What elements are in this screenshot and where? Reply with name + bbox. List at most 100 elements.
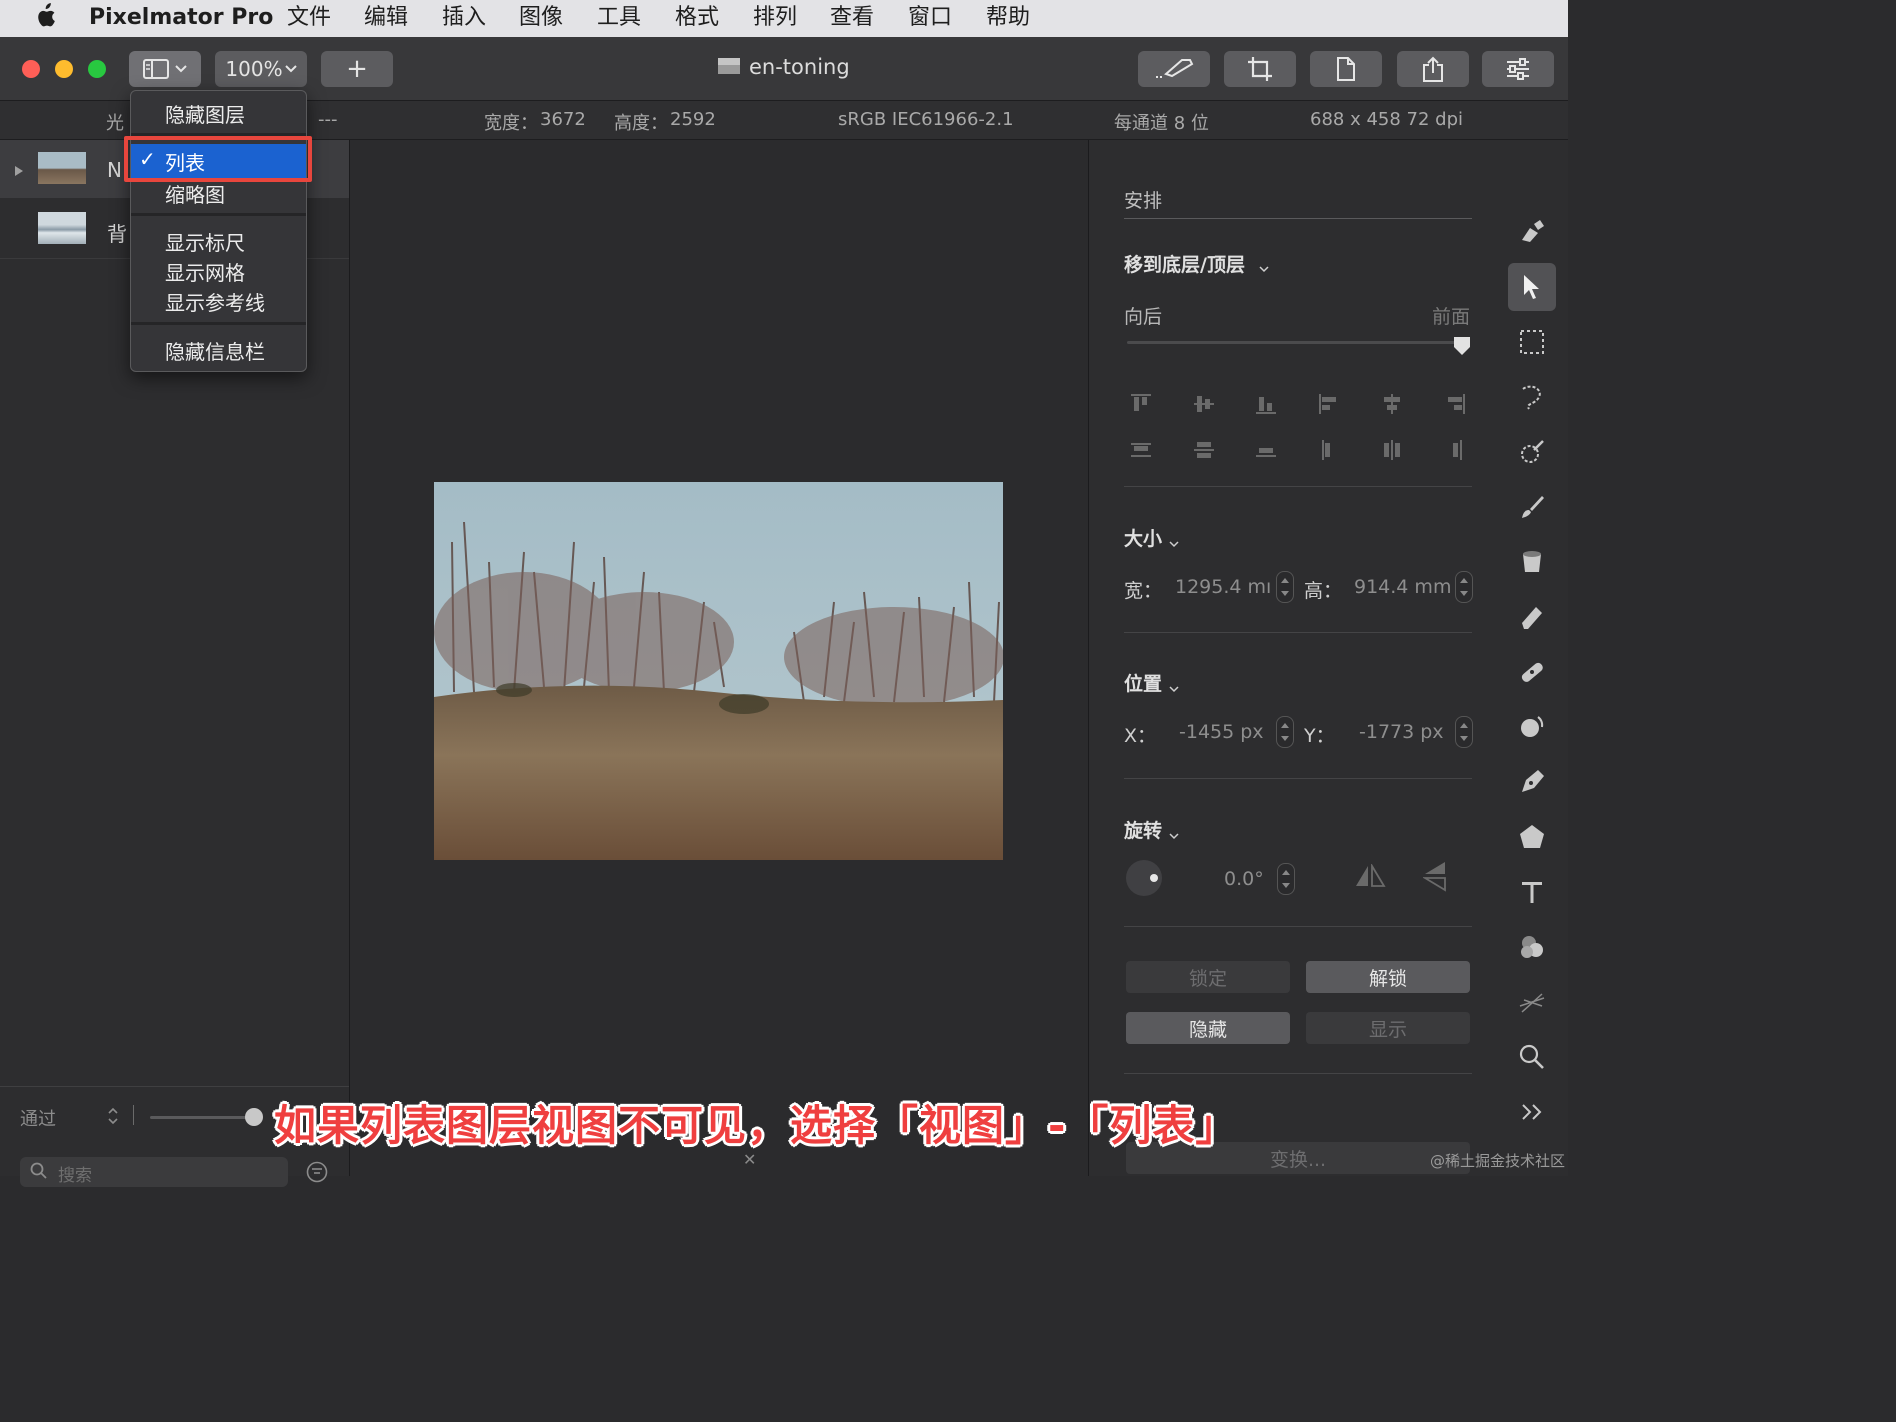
flip-vertical-icon[interactable] — [1421, 860, 1447, 896]
close-window-button[interactable] — [22, 60, 40, 78]
menu-item-hide-layers[interactable]: 隐藏图层 — [165, 99, 245, 128]
more-tools-button[interactable] — [1508, 1088, 1556, 1136]
menu-format[interactable]: 格式 — [675, 4, 719, 32]
show-button[interactable]: 显示 — [1306, 1012, 1470, 1044]
select-tool[interactable] — [1508, 318, 1556, 366]
size-section-title[interactable]: 大小 — [1124, 524, 1162, 551]
brush-icon — [1522, 496, 1544, 518]
erase-tool[interactable] — [1508, 593, 1556, 641]
align-top-icon[interactable] — [1129, 392, 1153, 416]
menu-help[interactable]: 帮助 — [986, 4, 1030, 32]
adjustments-button[interactable] — [1482, 51, 1554, 87]
share-button[interactable] — [1397, 51, 1469, 87]
align-bottom-icon[interactable] — [1254, 392, 1278, 416]
menu-file[interactable]: 文件 — [287, 4, 331, 32]
apple-icon[interactable] — [34, 3, 56, 37]
opacity-slider-knob[interactable] — [245, 1108, 263, 1126]
document-button[interactable] — [1310, 51, 1382, 87]
rotate-section-title[interactable]: 旋转 — [1124, 816, 1162, 843]
add-button[interactable]: + — [321, 51, 393, 87]
arrange-slider-track[interactable] — [1127, 341, 1469, 344]
menu-tools[interactable]: 工具 — [597, 4, 641, 32]
filter-icon[interactable] — [306, 1161, 328, 1187]
rotation-stepper[interactable] — [1277, 863, 1295, 895]
search-field[interactable]: 搜索 — [20, 1157, 288, 1187]
fill-tool[interactable] — [1508, 538, 1556, 586]
sparkle-icon — [1519, 993, 1545, 1013]
menu-item-show-guides[interactable]: 显示参考线 — [165, 287, 265, 316]
menu-item-thumbnails[interactable]: 缩略图 — [165, 179, 225, 208]
sidebar-view-button[interactable] — [129, 51, 201, 87]
height-stepper[interactable] — [1455, 571, 1473, 603]
chevron-down-icon[interactable] — [1169, 825, 1179, 844]
align-middle-icon[interactable] — [1192, 392, 1216, 416]
width-stepper[interactable] — [1276, 571, 1294, 603]
paint-tool[interactable] — [1508, 483, 1556, 531]
rotation-dial[interactable] — [1126, 860, 1162, 896]
chevron-down-icon[interactable] — [1259, 258, 1269, 277]
height-field[interactable]: 914.4 mm — [1354, 576, 1451, 598]
app-menu[interactable]: Pixelmator Pro — [89, 4, 273, 32]
text-t-icon — [1522, 882, 1542, 903]
arrange-tool[interactable] — [1508, 263, 1556, 311]
distribute-bottom-icon[interactable] — [1254, 438, 1278, 462]
chevron-down-icon[interactable] — [1169, 533, 1179, 552]
distort-tool[interactable] — [1508, 703, 1556, 751]
distribute-left-icon[interactable] — [1317, 438, 1341, 462]
y-stepper[interactable] — [1455, 716, 1473, 748]
quick-selection-tool[interactable] — [1508, 428, 1556, 476]
distribute-middle-icon[interactable] — [1192, 438, 1216, 462]
align-left-icon[interactable] — [1317, 392, 1341, 416]
distribute-center-icon[interactable] — [1380, 438, 1404, 462]
effects-tool[interactable] — [1508, 978, 1556, 1026]
minimize-window-button[interactable] — [55, 60, 73, 78]
hide-button[interactable]: 隐藏 — [1126, 1012, 1290, 1044]
chevron-down-icon[interactable] — [1169, 678, 1179, 697]
paint-tool-button[interactable] — [1138, 51, 1210, 87]
canvas-area[interactable]: ✕ — [350, 140, 1087, 1176]
arrange-title: 安排 — [1124, 190, 1163, 212]
x-stepper[interactable] — [1276, 716, 1294, 748]
distribute-right-icon[interactable] — [1443, 438, 1467, 462]
menu-edit[interactable]: 编辑 — [364, 4, 408, 32]
double-chevron-right-icon — [1522, 1104, 1542, 1120]
disclosure-triangle-icon[interactable] — [14, 162, 24, 181]
align-right-icon[interactable] — [1443, 392, 1467, 416]
width-field[interactable]: 1295.4 mı — [1175, 576, 1271, 598]
position-section-title[interactable]: 位置 — [1124, 669, 1162, 696]
menu-arrange[interactable]: 排列 — [753, 4, 797, 32]
menu-item-show-rulers[interactable]: 显示标尺 — [165, 227, 245, 256]
flip-horizontal-icon[interactable] — [1354, 862, 1386, 892]
retouch-tool[interactable] — [1508, 648, 1556, 696]
pen-tool[interactable] — [1508, 758, 1556, 806]
x-field[interactable]: -1455 px — [1179, 721, 1264, 743]
shape-tool[interactable] — [1508, 813, 1556, 861]
blend-mode-select[interactable]: 通过 — [20, 1105, 56, 1131]
zoom-tool[interactable] — [1508, 1033, 1556, 1081]
menu-image[interactable]: 图像 — [519, 4, 563, 32]
type-tool[interactable] — [1508, 868, 1556, 916]
y-field[interactable]: -1773 px — [1359, 721, 1444, 743]
menu-view[interactable]: 查看 — [830, 4, 874, 32]
menu-window[interactable]: 窗口 — [908, 4, 952, 32]
menu-item-hide-info-bar[interactable]: 隐藏信息栏 — [165, 336, 265, 365]
opacity-slider-track[interactable] — [150, 1116, 256, 1119]
unlock-button[interactable]: 解锁 — [1306, 961, 1470, 993]
arrange-slider-knob[interactable] — [1453, 336, 1471, 360]
brush-icon — [1152, 57, 1196, 81]
zoom-select[interactable]: 100% — [215, 51, 307, 87]
menu-insert[interactable]: 插入 — [442, 4, 486, 32]
lock-button[interactable]: 锁定 — [1126, 961, 1290, 993]
rotation-field[interactable]: 0.0° — [1224, 868, 1264, 890]
color-adjust-tool[interactable] — [1508, 923, 1556, 971]
align-center-icon[interactable] — [1380, 392, 1404, 416]
lasso-tool[interactable] — [1508, 373, 1556, 421]
move-to-back-front-select[interactable]: 移到底层/顶层 — [1124, 250, 1245, 277]
style-tool[interactable] — [1508, 208, 1556, 256]
document-image[interactable] — [434, 482, 1003, 860]
menu-item-show-grid[interactable]: 显示网格 — [165, 257, 245, 286]
crop-button[interactable] — [1224, 51, 1296, 87]
zoom-window-button[interactable] — [88, 60, 106, 78]
distribute-top-icon[interactable] — [1129, 438, 1153, 462]
updown-chevron-icon[interactable] — [108, 1107, 118, 1129]
